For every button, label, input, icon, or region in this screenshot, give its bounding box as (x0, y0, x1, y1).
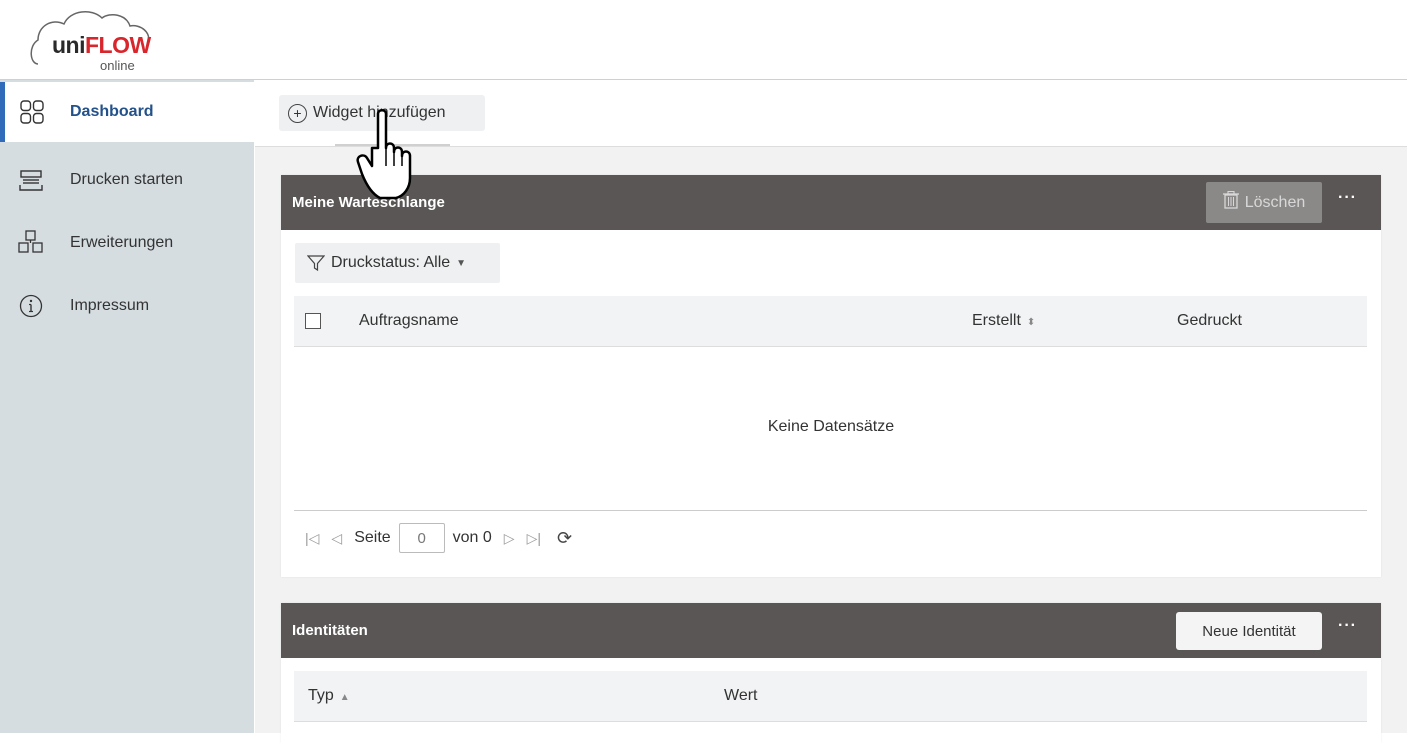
column-header-typ[interactable]: Typ ▲ (308, 687, 350, 705)
logo-wordmark: uniFLOW (52, 32, 151, 59)
sidebar-item-erweiterungen[interactable]: Erweiterungen (0, 213, 254, 273)
sidebar-item-label: Dashboard (70, 103, 154, 120)
print-status-filter[interactable]: Druckstatus: Alle ▼ (295, 243, 500, 283)
queue-widget-header: Meine Warteschlange Löschen ··· (281, 175, 1381, 230)
sidebar: Dashboard Drucken starten Erweiterungen (0, 80, 254, 733)
queue-table-header: Auftragsname Erstellt ⬍ Gedruckt (294, 296, 1367, 347)
chevron-down-icon: ▼ (456, 257, 467, 269)
delete-label: Löschen (1244, 193, 1306, 211)
uniflow-logo[interactable]: uniFLOW online (30, 6, 170, 74)
column-header-auftragsname[interactable]: Auftragsname (359, 312, 459, 330)
extensions-cubes-icon (18, 230, 44, 256)
page-number-input[interactable] (398, 523, 445, 553)
sidebar-item-impressum[interactable]: Impressum (0, 276, 254, 336)
prev-page-icon[interactable]: ◁ (331, 530, 342, 547)
queue-widget-more-button[interactable]: ··· (1338, 189, 1357, 207)
column-header-label: Typ (308, 687, 334, 704)
sidebar-item-label: Drucken starten (70, 171, 183, 188)
info-circle-icon (18, 293, 44, 319)
next-page-icon[interactable]: ▷ (504, 530, 515, 547)
dashboard-grid-icon (19, 99, 45, 125)
sidebar-item-label: Impressum (70, 297, 150, 314)
queue-widget-title: Meine Warteschlange (292, 194, 445, 211)
pager-divider (294, 510, 1367, 511)
identities-table-header: Typ ▲ Wert (294, 671, 1367, 722)
refresh-icon[interactable]: ⟳ (557, 528, 572, 549)
identities-widget-header: Identitäten Neue Identität ··· (281, 603, 1381, 658)
add-widget-label: Widget hinzufügen (313, 104, 446, 121)
column-header-erstellt[interactable]: Erstellt ⬍ (972, 312, 1035, 330)
filter-label: Druckstatus: Alle (331, 254, 451, 271)
column-header-wert[interactable]: Wert (724, 687, 757, 705)
dashboard-toolbar: + Widget hinzufügen (255, 80, 1407, 147)
new-identity-button[interactable]: Neue Identität (1176, 612, 1322, 650)
trash-icon (1222, 190, 1239, 214)
identities-widget-title: Identitäten (292, 622, 368, 639)
filter-funnel-icon (307, 254, 325, 272)
queue-widget: Meine Warteschlange Löschen ··· Drucksta… (281, 175, 1381, 577)
printer-tray-icon (18, 167, 44, 193)
page-label: Seite (354, 529, 391, 546)
sort-icon: ▲ (339, 692, 350, 703)
column-header-label: Erstellt (972, 312, 1021, 329)
identities-widget-more-button[interactable]: ··· (1338, 617, 1357, 635)
page-of-label: von 0 (452, 529, 492, 546)
delete-button[interactable]: Löschen (1206, 182, 1322, 223)
add-widget-button[interactable]: + Widget hinzufügen (279, 95, 485, 131)
sidebar-item-label: Erweiterungen (70, 234, 174, 251)
first-page-icon[interactable]: |◁ (305, 530, 319, 547)
column-header-gedruckt[interactable]: Gedruckt (1177, 312, 1242, 330)
logo-flow-text: FLOW (85, 32, 151, 58)
logo-uni-text: uni (52, 32, 86, 58)
last-page-icon[interactable]: ▷| (527, 530, 541, 547)
sort-icon: ⬍ (1026, 317, 1036, 328)
plus-circle-icon: + (288, 103, 307, 123)
logo-subtitle: online (100, 58, 135, 73)
toolbar-underline (335, 144, 450, 146)
pagination: |◁ ◁ Seite von 0 ▷ ▷| ⟳ (305, 523, 572, 553)
main-content: + Widget hinzufügen Meine Warteschlange (255, 80, 1407, 743)
empty-table-message: Keine Datensätze (767, 418, 895, 435)
sidebar-item-dashboard[interactable]: Dashboard (0, 82, 254, 142)
select-all-checkbox[interactable] (305, 313, 321, 329)
app-header: uniFLOW online (0, 0, 1407, 80)
identities-widget: Identitäten Neue Identität ··· Typ ▲ Wert (281, 603, 1381, 743)
sidebar-item-drucken-starten[interactable]: Drucken starten (0, 150, 254, 210)
